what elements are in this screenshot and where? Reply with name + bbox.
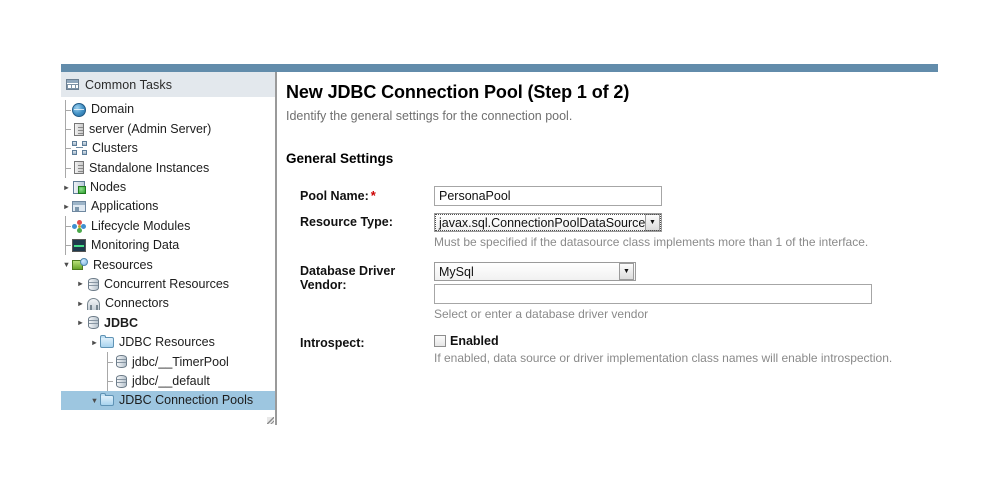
navigation-sidebar: Common Tasks Domain server (Admin Server)… [61, 72, 277, 425]
sidebar-item-lifecycle-modules[interactable]: Lifecycle Modules [61, 216, 275, 237]
chevron-down-icon: ▼ [619, 263, 634, 280]
pool-name-label: Pool Name: * [286, 186, 434, 203]
sidebar-item-standalone-instances[interactable]: Standalone Instances [61, 157, 275, 178]
globe-icon [72, 102, 86, 117]
tree-expand-toggle-icon[interactable]: ► [75, 300, 86, 308]
section-title-general-settings: General Settings [286, 151, 394, 166]
sidebar-item-server-admin-server[interactable]: server (Admin Server) [61, 119, 275, 140]
page-title: New JDBC Connection Pool (Step 1 of 2) [286, 82, 630, 102]
sidebar-item-label: Resources [93, 257, 153, 272]
server-icon [74, 122, 84, 136]
monitor-icon [72, 238, 86, 252]
apps-icon [72, 201, 86, 213]
folder-icon [100, 334, 114, 348]
sidebar-header[interactable]: Common Tasks [61, 72, 275, 97]
pool-name-input[interactable] [434, 186, 662, 206]
sidebar-resize-handle[interactable] [267, 417, 274, 424]
sidebar-item-label: Lifecycle Modules [91, 218, 191, 233]
sidebar-item-jdbc-resources[interactable]: ► JDBC Resources [61, 333, 275, 352]
pool-name-field-wrap [434, 186, 946, 206]
page-subtitle: Identify the general settings for the co… [286, 109, 573, 123]
sidebar-item-domain[interactable]: Domain [61, 99, 275, 120]
chevron-down-icon: ▼ [645, 214, 660, 231]
pool-name-label-text: Pool Name: [300, 189, 369, 203]
resources-icon [72, 257, 88, 272]
server-icon [74, 161, 84, 175]
tree-expand-toggle-icon[interactable]: ► [75, 319, 86, 327]
sidebar-item-concurrent-resources[interactable]: ► Concurrent Resources [61, 275, 275, 294]
connector-icon [87, 297, 100, 310]
main-content: New JDBC Connection Pool (Step 1 of 2) I… [286, 82, 946, 378]
sidebar-item-connectors[interactable]: ► Connectors [61, 294, 275, 313]
sidebar-item-label: Standalone Instances [89, 160, 210, 175]
introspect-label: Introspect: [300, 336, 365, 350]
sidebar-item-applications[interactable]: ► Applications [61, 197, 275, 216]
sidebar-item-label: Nodes [90, 180, 127, 194]
sidebar-item-label: Connectors [105, 296, 169, 311]
introspect-hint: If enabled, data source or driver implem… [434, 351, 893, 365]
folder-icon [100, 393, 114, 407]
form-row-resource-type: Resource Type: javax.sql.ConnectionPoolD… [286, 213, 946, 255]
sidebar-item-jdbc-timerpool[interactable]: jdbc/__TimerPool [61, 351, 275, 372]
sidebar-header-label: Common Tasks [85, 77, 173, 92]
lifecycle-icon [72, 219, 86, 233]
resource-type-field-wrap: javax.sql.ConnectionPoolDataSource ▼ Mus… [434, 213, 946, 255]
sidebar-item-monitoring-data[interactable]: Monitoring Data [61, 235, 275, 256]
sidebar-item-label: jdbc/__TimerPool [132, 354, 229, 369]
grid-icon [66, 79, 79, 90]
introspect-checkbox[interactable] [434, 335, 446, 347]
tree-expand-toggle-icon[interactable]: ► [89, 339, 100, 347]
database-driver-vendor-selected-value: MySql [439, 264, 474, 279]
database-driver-vendor-hint: Select or enter a database driver vendor [434, 307, 649, 321]
sidebar-item-label: Applications [91, 199, 159, 214]
app-root: Common Tasks Domain server (Admin Server)… [0, 0, 1000, 500]
tree-expand-toggle-icon[interactable]: ► [75, 280, 86, 288]
database-icon [116, 374, 127, 388]
database-icon [88, 277, 99, 291]
sidebar-item-label: JDBC [104, 315, 139, 330]
nodes-icon [73, 180, 86, 194]
sidebar-item-label: Clusters [92, 141, 138, 156]
database-driver-vendor-label: Database Driver Vendor: [300, 264, 396, 292]
introspect-checkbox-label: Enabled [450, 334, 499, 348]
tree-collapse-toggle-icon[interactable]: ▼ [89, 397, 100, 405]
introspect-checkbox-row[interactable]: Enabled [434, 334, 946, 348]
sidebar-item-jdbc-connection-pools[interactable]: ▼ JDBC Connection Pools [61, 390, 275, 411]
database-icon [88, 316, 99, 330]
sidebar-item-label: Monitoring Data [91, 238, 180, 253]
resource-type-label: Resource Type: [300, 215, 393, 229]
tree-collapse-toggle-icon[interactable]: ▼ [61, 261, 72, 269]
tree-expand-toggle-icon[interactable]: ► [61, 183, 72, 192]
top-header-bar [61, 64, 938, 72]
sidebar-item-label: JDBC Connection Pools [119, 393, 254, 408]
sidebar-item-nodes[interactable]: ► Nodes [61, 178, 275, 197]
sidebar-item-label: Domain [91, 102, 135, 117]
form-row-pool-name: Pool Name: * [286, 186, 946, 206]
sidebar-item-label: Concurrent Resources [104, 276, 230, 291]
sidebar-item-resources[interactable]: ▼ Resources [61, 255, 275, 274]
resource-type-selected-value: javax.sql.ConnectionPoolDataSource [439, 215, 645, 230]
tree-expand-toggle-icon[interactable]: ► [61, 203, 72, 211]
sidebar-item-label: server (Admin Server) [89, 121, 212, 136]
database-driver-vendor-input[interactable] [434, 284, 872, 304]
introspect-field-wrap: Enabled If enabled, data source or drive… [434, 334, 946, 371]
sidebar-item-jdbc-default[interactable]: jdbc/__default [61, 371, 275, 392]
sidebar-item-jdbc[interactable]: ► JDBC [61, 313, 275, 332]
sidebar-item-label: jdbc/__default [132, 373, 210, 388]
required-asterisk: * [370, 188, 376, 203]
database-driver-vendor-field-wrap: MySql ▼ Select or enter a database drive… [434, 262, 946, 327]
form-row-introspect: Introspect: Enabled If enabled, data sou… [286, 334, 946, 371]
clusters-icon [72, 141, 87, 156]
database-driver-vendor-select[interactable]: MySql ▼ [434, 262, 636, 281]
sidebar-item-clusters[interactable]: Clusters [61, 138, 275, 159]
sidebar-item-label: JDBC Resources [119, 335, 215, 350]
resource-type-hint: Must be specified if the datasource clas… [434, 235, 869, 249]
navigation-tree: Domain server (Admin Server) Clusters Stand… [61, 97, 275, 411]
database-icon [116, 355, 127, 369]
form-row-database-driver-vendor: Database Driver Vendor: MySql ▼ Select o… [286, 262, 946, 327]
resource-type-select[interactable]: javax.sql.ConnectionPoolDataSource ▼ [434, 213, 662, 232]
